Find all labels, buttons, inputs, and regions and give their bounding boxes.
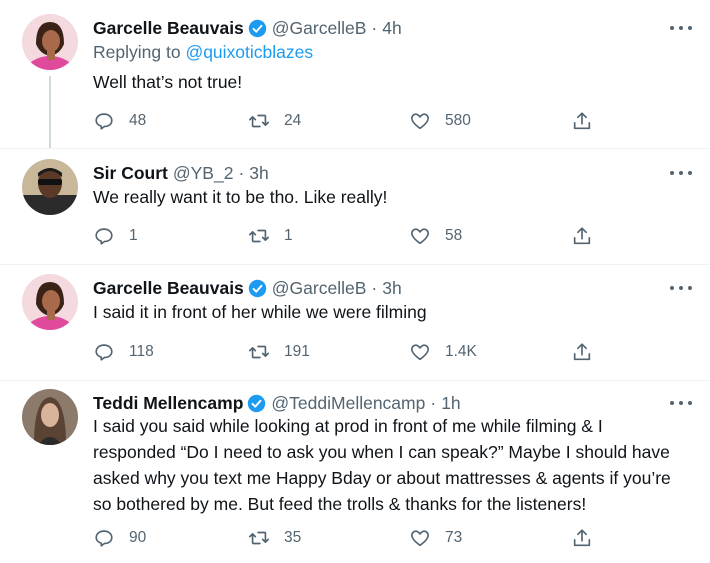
verified-badge-icon (248, 279, 267, 297)
retweet-count: 24 (284, 112, 302, 129)
reply-count: 1 (129, 227, 138, 244)
reply-icon (95, 344, 113, 361)
retweet-button[interactable]: 191 (248, 339, 310, 365)
retweet-icon (249, 531, 269, 545)
retweet-button[interactable]: 24 (248, 108, 301, 134)
like-icon (411, 228, 429, 245)
author-name[interactable]: Sir Court (93, 163, 168, 184)
like-button[interactable]: 58 (409, 223, 462, 249)
tweet-text-line: responded “Do I need to ask you when I c… (93, 442, 670, 462)
share-button[interactable] (571, 339, 593, 365)
tweet-time[interactable]: 3h (382, 278, 401, 299)
tweet-text: We really want it to be tho. Like really… (93, 187, 388, 207)
reply-count: 48 (129, 112, 147, 129)
retweet-icon (249, 114, 269, 128)
like-button[interactable]: 1.4K (409, 339, 477, 365)
more-icon[interactable] (670, 279, 692, 297)
tweet-garcelle-2[interactable]: Garcelle Beauvais @GarcelleB · 3h I said… (0, 274, 710, 374)
share-button[interactable] (571, 108, 593, 134)
thread-line (49, 76, 51, 148)
tweet-text-line: so bothered by me. But feed the trolls &… (93, 494, 587, 514)
divider (0, 148, 710, 149)
tweet-time[interactable]: 3h (249, 163, 268, 184)
replying-to-prefix: Replying to (93, 42, 181, 62)
like-count: 58 (445, 227, 463, 244)
tweet-text: I said you said while looking at prod in… (93, 413, 688, 517)
retweet-count: 35 (284, 529, 302, 546)
reply-button[interactable]: 118 (93, 339, 154, 365)
author-handle[interactable]: @YB_2 (173, 163, 234, 184)
retweet-icon (249, 229, 269, 243)
share-icon (573, 529, 591, 547)
tweet-actions: 90 35 73 (93, 525, 688, 551)
tweet-thread: Garcelle Beauvais @GarcelleB · 4h Replyi… (0, 0, 710, 563)
author-handle[interactable]: @TeddiMellencamp (271, 393, 425, 414)
reply-count: 118 (129, 343, 154, 360)
tweet-sir-court[interactable]: Sir Court @YB_2 · 3h We really want it t… (0, 159, 710, 259)
like-icon (411, 113, 429, 130)
tweet-actions: 1 1 58 (93, 223, 688, 249)
tweet-header: Sir Court @YB_2 · 3h (93, 159, 670, 187)
tweet-time[interactable]: 4h (382, 18, 401, 39)
tweet-garcelle-1[interactable]: Garcelle Beauvais @GarcelleB · 4h Replyi… (0, 14, 710, 148)
tweet-time[interactable]: 1h (441, 393, 460, 414)
divider (0, 264, 710, 265)
retweet-icon (249, 345, 269, 359)
reply-button[interactable]: 48 (93, 108, 146, 134)
verified-badge-icon (248, 19, 267, 37)
like-count: 580 (445, 112, 471, 129)
like-icon (411, 344, 429, 361)
tweet-actions: 48 24 580 (93, 108, 688, 134)
like-button[interactable]: 580 (409, 108, 471, 134)
like-icon (411, 530, 429, 547)
tweet-actions: 118 191 1.4K (93, 339, 688, 365)
avatar-sir-court[interactable] (22, 159, 78, 215)
avatar-teddi[interactable] (22, 389, 78, 445)
reply-count: 90 (129, 529, 147, 546)
retweet-button[interactable]: 1 (248, 223, 293, 249)
tweet-text-line: I said you said while looking at prod in… (93, 416, 603, 436)
separator-dot: · (238, 162, 245, 183)
more-icon[interactable] (670, 394, 692, 412)
like-count: 1.4K (445, 343, 477, 360)
separator-dot: · (371, 277, 378, 298)
tweet-text: Well that’s not true! (93, 72, 243, 92)
divider (0, 380, 710, 381)
reply-icon (95, 113, 113, 130)
tweet-header: Garcelle Beauvais @GarcelleB · 3h (93, 274, 670, 302)
tweet-teddi[interactable]: Teddi Mellencamp @TeddiMellencamp · 1h I… (0, 389, 710, 559)
retweet-count: 191 (284, 343, 310, 360)
tweet-header: Garcelle Beauvais @GarcelleB · 4h (93, 14, 670, 42)
retweet-count: 1 (284, 227, 293, 244)
retweet-button[interactable]: 35 (248, 525, 301, 551)
tweet-text: I said it in front of her while we were … (93, 302, 427, 322)
tweet-text-line: asked why you text me Happy Bday or abou… (93, 468, 671, 488)
share-button[interactable] (571, 525, 593, 551)
share-icon (573, 227, 591, 245)
separator-dot: · (430, 392, 437, 413)
share-button[interactable] (571, 223, 593, 249)
reply-icon (95, 228, 113, 245)
author-name[interactable]: Garcelle Beauvais (93, 278, 244, 299)
author-handle[interactable]: @GarcelleB (272, 18, 367, 39)
like-button[interactable]: 73 (409, 525, 462, 551)
author-name[interactable]: Teddi Mellencamp (93, 393, 243, 414)
replying-to-handle[interactable]: @quixoticblazes (185, 42, 313, 62)
share-icon (573, 112, 591, 130)
reply-button[interactable]: 1 (93, 223, 138, 249)
share-icon (573, 343, 591, 361)
more-icon[interactable] (670, 164, 692, 182)
author-name[interactable]: Garcelle Beauvais (93, 18, 244, 39)
avatar-garcelle[interactable] (22, 274, 78, 330)
reply-icon (95, 530, 113, 547)
verified-badge-icon (248, 394, 266, 412)
avatar-garcelle[interactable] (22, 14, 78, 70)
author-handle[interactable]: @GarcelleB (272, 278, 367, 299)
like-count: 73 (445, 529, 463, 546)
separator-dot: · (371, 17, 378, 38)
reply-button[interactable]: 90 (93, 525, 146, 551)
replying-to-line: Replying to @quixoticblazes (93, 42, 313, 63)
more-icon[interactable] (670, 19, 692, 37)
